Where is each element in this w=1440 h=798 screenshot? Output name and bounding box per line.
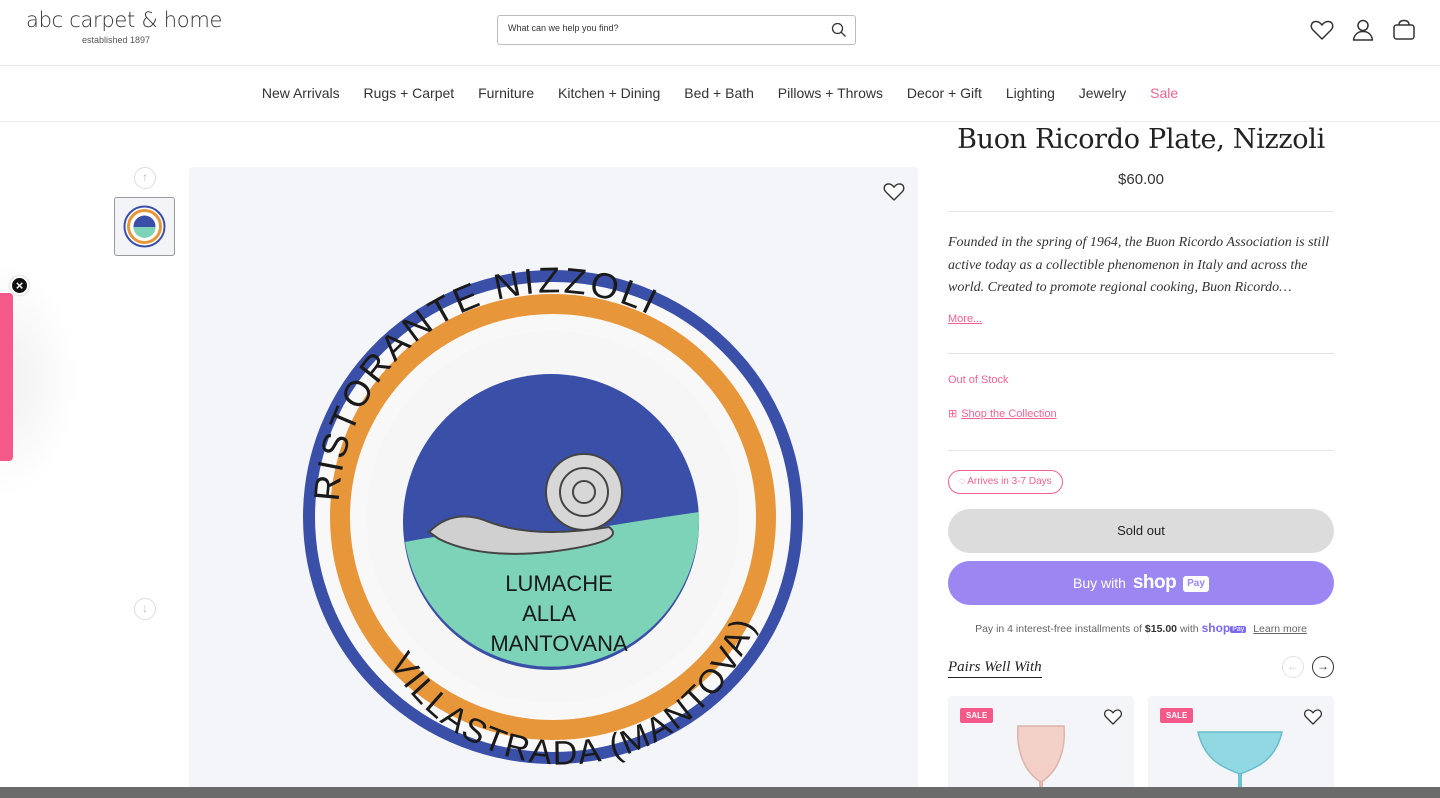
nav-lighting[interactable]: Lighting [1006,85,1055,101]
installment-amount: $15.00 [1144,623,1178,635]
wishlist-heart-icon[interactable] [1309,17,1335,43]
learn-more-link[interactable]: Learn more [1253,623,1307,635]
close-icon: × [15,278,24,293]
plate-center-line2: ALLA [522,601,576,626]
nav-pillows-throws[interactable]: Pillows + Throws [778,85,883,101]
buy-with-label: Buy with [1073,575,1126,591]
grid-icon: ⊞ [948,408,958,420]
thumb-scroll-up-button[interactable]: ↑ [134,167,156,189]
logo-text: abc carpet & home [26,8,223,32]
buy-with-shop-pay-button[interactable]: Buy with shop Pay [948,561,1334,605]
plate-center-line3: MANTOVANA [490,631,628,656]
site-header: abc carpet & home established 1897 [0,0,1440,66]
shop-pay-mini-logo: shop [1201,621,1231,635]
divider [948,353,1334,354]
nav-decor-gift[interactable]: Decor + Gift [907,85,982,101]
plate-illustration: RISTORANTE NIZZOLI VILLASTRADA (MANTOVA)… [303,259,803,773]
nav-furniture[interactable]: Furniture [478,85,534,101]
divider [948,450,1334,451]
sale-badge: SALE [960,708,994,723]
delivery-estimate-badge: ◌ Arrives in 3-7 Days [948,470,1063,494]
pay-mini-badge: Pay [1230,626,1247,633]
nav-sale[interactable]: Sale [1150,85,1178,101]
card-wishlist-heart-icon[interactable] [1102,706,1124,728]
plate-center-line1: LUMACHE [505,571,613,596]
nav-new-arrivals[interactable]: New Arrivals [262,85,340,101]
arrow-left-icon: ← [1287,659,1299,673]
product-description: Founded in the spring of 1964, the Buon … [948,235,1330,295]
installments-info: Pay in 4 interest-free installments of $… [948,621,1334,635]
search-bar[interactable] [497,15,856,45]
site-logo[interactable]: abc carpet & home established 1897 [26,8,223,45]
installments-text: Pay in 4 interest-free installments of [975,623,1142,635]
more-link[interactable]: More... [948,313,982,325]
nav-rugs-carpet[interactable]: Rugs + Carpet [364,85,455,101]
arrow-right-icon: → [1317,659,1329,673]
cart-bag-icon[interactable] [1391,17,1417,43]
pair-product-card[interactable]: SALE [948,696,1134,798]
search-icon[interactable] [831,22,847,38]
main-product-image[interactable]: RISTORANTE NIZZOLI VILLASTRADA (MANTOVA)… [189,167,918,798]
shop-collection-link[interactable]: ⊞ Shop the Collection [948,407,1057,420]
nav-kitchen-dining[interactable]: Kitchen + Dining [558,85,660,101]
sale-badge: SALE [1160,708,1194,723]
carousel-prev-button[interactable]: ← [1282,656,1304,678]
divider [948,211,1334,212]
tag-icon: ◌ [959,476,965,487]
product-thumbnail[interactable] [114,197,175,256]
carousel-next-button[interactable]: → [1312,656,1334,678]
delivery-estimate-text: Arrives in 3-7 Days [967,476,1052,487]
search-input[interactable] [508,23,818,33]
pairs-well-with-heading: Pairs Well With [948,659,1042,678]
nav-bed-bath[interactable]: Bed + Bath [684,85,754,101]
arrow-down-icon: ↓ [142,601,148,615]
thumbnail-plate-image [123,205,166,248]
logo-tagline: established 1897 [81,35,151,45]
shop-brand-logo: shop [1132,572,1177,593]
main-navigation: New Arrivals Rugs + Carpet Furniture Kit… [0,66,1440,122]
account-icon[interactable] [1350,17,1376,43]
nav-jewelry[interactable]: Jewelry [1079,85,1126,101]
thumb-scroll-down-button[interactable]: ↓ [134,598,156,620]
stock-status: Out of Stock [948,374,1009,386]
image-wishlist-heart-icon[interactable] [881,179,907,205]
card-wishlist-heart-icon[interactable] [1302,706,1324,728]
pair-product-card[interactable]: SALE [1148,696,1334,798]
nav-list: New Arrivals Rugs + Carpet Furniture Kit… [0,85,1440,101]
promo-side-tab[interactable] [0,293,13,461]
installments-with: with [1179,623,1199,635]
arrow-up-icon: ↑ [142,170,148,184]
product-price: $60.00 [1118,171,1164,188]
shop-collection-label: Shop the Collection [961,408,1057,420]
close-promo-button[interactable]: × [10,276,29,295]
os-taskbar-strip [0,787,1440,798]
sold-out-button[interactable]: Sold out [948,509,1334,553]
pay-badge: Pay [1183,576,1209,592]
product-title: Buon Ricordo Plate, Nizzoli [957,124,1325,155]
